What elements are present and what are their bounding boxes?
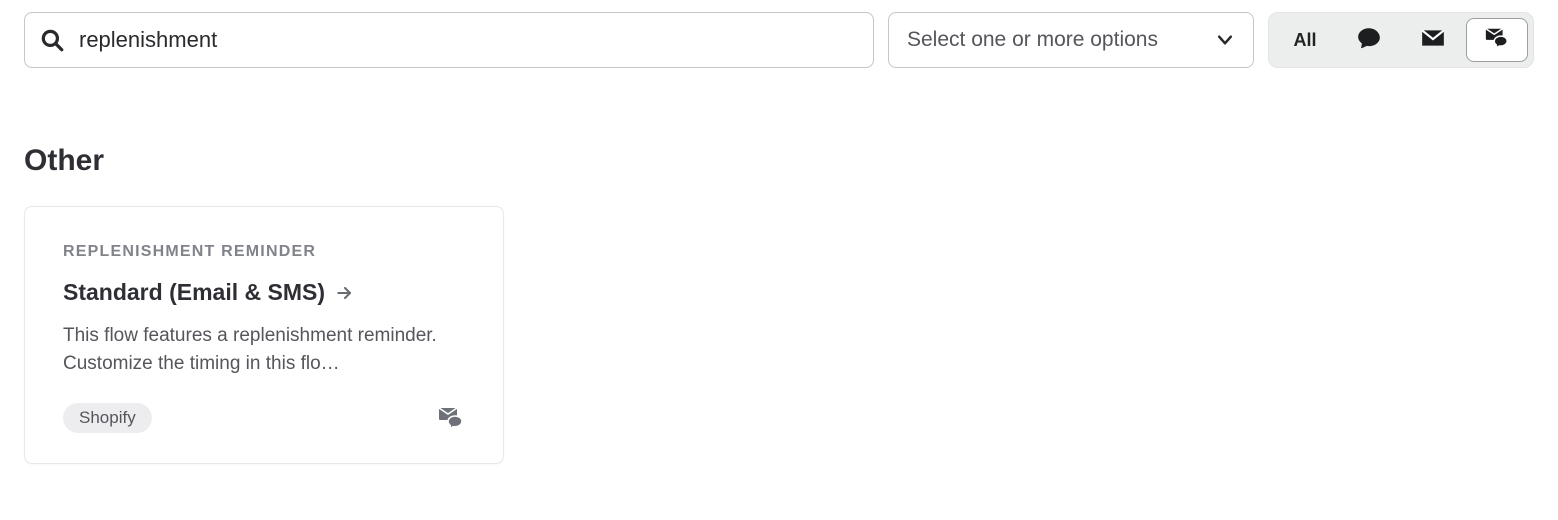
card-tag: Shopify xyxy=(63,403,152,433)
card-description: This flow features a replenishment remin… xyxy=(63,322,465,377)
channel-toggle-group: All xyxy=(1268,12,1534,68)
options-select[interactable]: Select one or more options xyxy=(888,12,1254,68)
email-sms-icon xyxy=(1484,25,1510,56)
email-icon xyxy=(1420,25,1446,56)
card-title-link[interactable]: Standard (Email & SMS) xyxy=(63,279,465,306)
email-sms-icon xyxy=(437,404,465,432)
flow-card[interactable]: REPLENISHMENT REMINDER Standard (Email &… xyxy=(24,206,504,464)
channel-email-button[interactable] xyxy=(1402,18,1464,62)
section-title: Other xyxy=(24,144,1534,178)
filter-bar: Select one or more options All xyxy=(24,12,1534,68)
sms-icon xyxy=(1356,25,1382,56)
search-icon xyxy=(39,27,65,53)
search-input[interactable] xyxy=(79,27,859,53)
arrow-right-icon xyxy=(335,283,355,303)
card-eyebrow: REPLENISHMENT REMINDER xyxy=(63,243,465,261)
options-select-label: Select one or more options xyxy=(907,28,1158,52)
channel-email-sms-button[interactable] xyxy=(1466,18,1528,62)
search-field[interactable] xyxy=(24,12,874,68)
channel-all-button[interactable]: All xyxy=(1274,18,1336,62)
channel-all-label: All xyxy=(1293,30,1316,51)
chevron-down-icon xyxy=(1215,30,1235,50)
channel-sms-button[interactable] xyxy=(1338,18,1400,62)
card-title: Standard (Email & SMS) xyxy=(63,279,325,306)
card-footer: Shopify xyxy=(63,403,465,433)
